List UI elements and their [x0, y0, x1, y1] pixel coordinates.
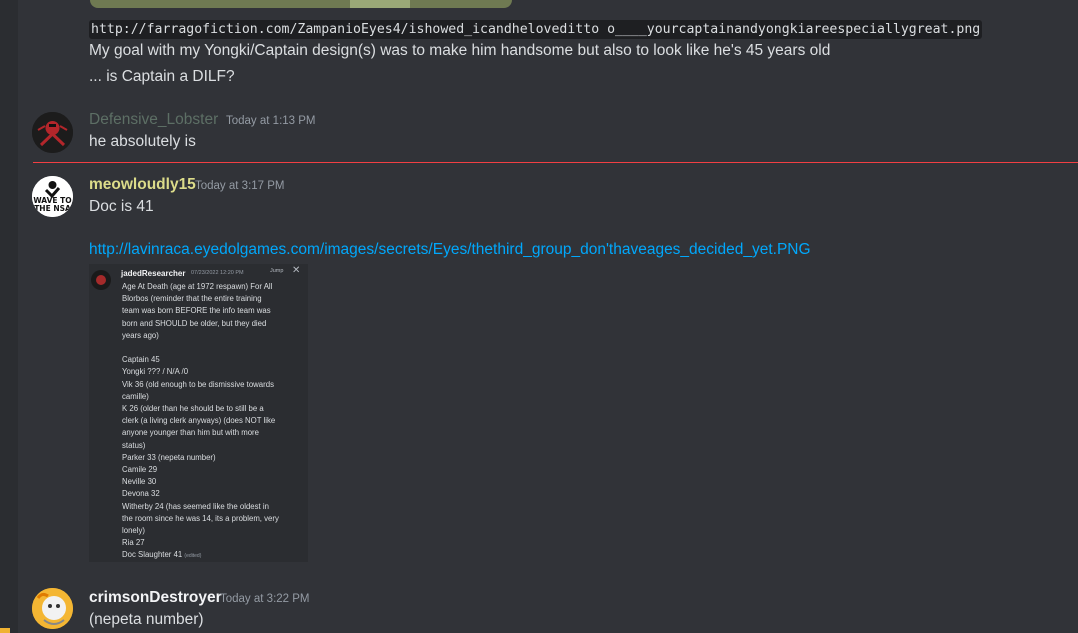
username[interactable]: Defensive_Lobster	[89, 111, 218, 129]
avatar[interactable]	[32, 112, 73, 153]
avatar[interactable]	[32, 588, 73, 629]
username[interactable]: meowloudly15	[89, 176, 196, 194]
code-url: http://farragofiction.com/ZampanioEyes4/…	[89, 20, 983, 39]
avatar-lobster-icon	[32, 112, 73, 153]
notification-indicator	[0, 628, 10, 633]
new-messages-divider	[33, 162, 1078, 163]
attached-screenshot[interactable]: jadedResearcher 07/23/2022 12:20 PM Jump…	[89, 264, 308, 562]
message-text: he absolutely is	[89, 133, 196, 150]
timestamp: Today at 1:13 PM	[226, 115, 316, 127]
embed-text: Age At Death (age at 1972 respawn) For A…	[122, 282, 279, 560]
message-text: (nepeta number)	[89, 611, 204, 628]
timestamp: Today at 3:17 PM	[195, 180, 285, 192]
username[interactable]: crimsonDestroyer	[89, 589, 222, 607]
avatar-wave-icon: WAVE TO THE NSA	[32, 176, 73, 217]
message-link[interactable]: http://lavinraca.eyedolgames.com/images/…	[89, 241, 811, 259]
embed-avatar	[91, 270, 111, 290]
close-icon: ✕	[292, 265, 301, 276]
embed-username: jadedResearcher	[121, 269, 186, 278]
embed-jump-link: Jump	[270, 268, 284, 274]
previous-image-attachment[interactable]	[90, 0, 512, 8]
avatar-text: THE NSA	[34, 204, 71, 213]
avatar[interactable]: WAVE TO THE NSA	[32, 176, 73, 217]
avatar-character-icon	[32, 588, 73, 629]
embed-timestamp: 07/23/2022 12:20 PM	[191, 270, 244, 276]
message-text: My goal with my Yongki/Captain design(s)…	[89, 42, 831, 59]
server-sidebar-edge	[0, 0, 18, 633]
timestamp: Today at 3:22 PM	[220, 593, 310, 605]
message-text: Doc is 41	[89, 198, 154, 215]
message-text: ... is Captain a DILF?	[89, 68, 235, 85]
